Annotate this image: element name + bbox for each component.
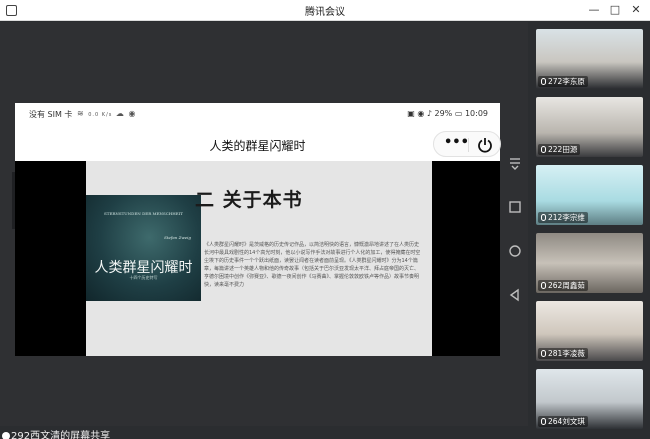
participant-tile[interactable]: 264刘文琪 bbox=[536, 369, 643, 429]
mic-icon bbox=[541, 282, 546, 289]
nav-circle-icon[interactable] bbox=[508, 244, 522, 258]
book-subtitle: 十四个历史特写 bbox=[129, 275, 158, 280]
nav-square-icon[interactable] bbox=[508, 200, 522, 214]
cloud-icon: ☁ bbox=[115, 109, 125, 118]
participant-name: 264刘文琪 bbox=[538, 416, 588, 427]
capsule-divider bbox=[468, 138, 469, 152]
participant-panel: 272李东原 222田源 212李宗维 262周鑫茹 281李凌薇 264刘文琪 bbox=[529, 22, 650, 439]
carrier-label: 没有 SIM 卡 bbox=[29, 110, 73, 119]
participant-tile[interactable]: 262周鑫茹 bbox=[536, 233, 643, 293]
location-icon: ◉ bbox=[128, 109, 137, 118]
book-cover-image: STERNSTUNDEN DER MENSCHHEIT Stefan Zweig… bbox=[86, 195, 201, 301]
capsule-menu[interactable]: ••• bbox=[433, 131, 501, 157]
title-bar: 腾讯会议 — □ ✕ bbox=[0, 0, 650, 21]
nav-back-icon[interactable] bbox=[508, 288, 522, 302]
nav-menu-icon[interactable] bbox=[508, 156, 522, 170]
battery-label: 29% bbox=[434, 109, 453, 118]
page-title: 人类的群星闪耀时 bbox=[209, 139, 306, 153]
participant-name: 281李凌薇 bbox=[538, 348, 588, 359]
mic-icon bbox=[541, 418, 546, 425]
participant-name: 272李东原 bbox=[538, 76, 588, 87]
mic-icon bbox=[541, 78, 546, 85]
participant-tile[interactable]: 281李凌薇 bbox=[536, 301, 643, 361]
participant-tile[interactable]: 212李宗维 bbox=[536, 165, 643, 225]
phone-status-bar: 没有 SIM 卡 ≋ 0.0 K/s ☁ ◉ ▣ ◉ ♪ 29% ▭ 10:09 bbox=[15, 103, 500, 128]
minimize-button[interactable]: — bbox=[586, 2, 602, 18]
participant-tile[interactable]: 272李东原 bbox=[536, 29, 643, 89]
time-label: 10:09 bbox=[464, 109, 488, 118]
maximize-button[interactable]: □ bbox=[607, 2, 623, 18]
mic-status-icon: ♪ bbox=[426, 109, 432, 118]
status-right: ▣ ◉ ♪ 29% ▭ 10:09 bbox=[407, 109, 488, 118]
mic-icon bbox=[541, 146, 546, 153]
mic-icon bbox=[541, 214, 546, 221]
more-icon[interactable]: ••• bbox=[444, 135, 469, 150]
slide-heading: 二 关于本书 bbox=[195, 189, 303, 211]
book-title: 人类群星闪耀时 bbox=[94, 260, 193, 276]
book-author: Stefan Zweig bbox=[164, 235, 191, 240]
wifi-icon: ≋ bbox=[77, 109, 85, 118]
eye-icon: ◉ bbox=[417, 109, 425, 118]
mic-icon bbox=[541, 350, 546, 357]
book-publisher: STERNSTUNDEN DER MENSCHHEIT bbox=[104, 211, 183, 216]
close-button[interactable]: ✕ bbox=[628, 2, 644, 18]
nfc-icon: ▣ bbox=[407, 109, 415, 118]
participant-name: 262周鑫茹 bbox=[538, 280, 588, 291]
participant-name: 222田源 bbox=[538, 144, 581, 155]
presenter-dot-icon bbox=[2, 432, 10, 439]
miniprogram-header: 人类的群星闪耀时 ••• bbox=[15, 128, 501, 161]
screen-share-label: 292西文清的屏幕共享 bbox=[2, 427, 110, 439]
android-nav-bar bbox=[502, 150, 528, 310]
participant-name: 212李宗维 bbox=[538, 212, 588, 223]
participant-tile[interactable]: 222田源 bbox=[536, 97, 643, 157]
battery-icon: ▭ bbox=[454, 109, 463, 118]
window-title: 腾讯会议 bbox=[305, 7, 345, 18]
power-icon[interactable] bbox=[477, 137, 493, 153]
slide-body-text: 《人类群星闪耀时》是茨威格的历史传记作品，以简洁明快的语言，慷慨激昂地讲述了在人… bbox=[204, 242, 421, 288]
speed-label: 0.0 K/s bbox=[88, 112, 113, 118]
status-icons: ≋ 0.0 K/s ☁ ◉ bbox=[77, 109, 136, 118]
